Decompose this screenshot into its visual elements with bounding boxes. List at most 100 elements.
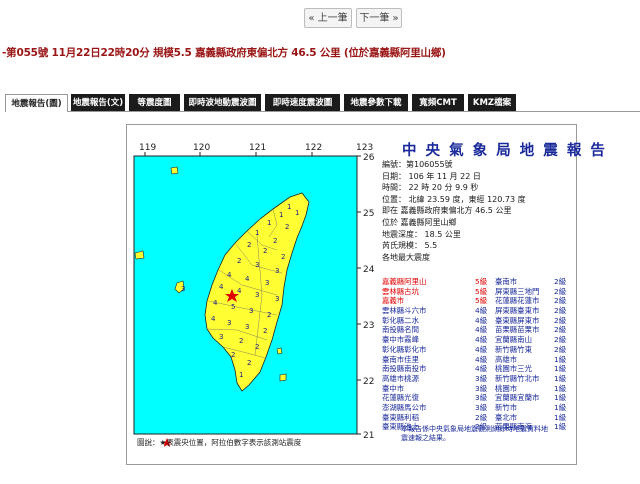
- intensity-n1-cell: 南投縣名間: [382, 325, 419, 335]
- intensity-n1-cell: 臺中市霧峰: [382, 335, 419, 345]
- intensity-n1-cell: 彰化縣二水: [382, 315, 419, 325]
- intensity-n1-cell: 嘉義縣阿里山: [382, 277, 427, 286]
- tab-realtime-ground-motion[interactable]: 即時波地動震波圖: [184, 94, 261, 112]
- intensity-l2-cell: 2級: [554, 315, 567, 325]
- svg-text:3: 3: [249, 307, 253, 315]
- intensity-row: 臺中市霧峰 4級 宜蘭縣南山 2級: [382, 335, 582, 345]
- intensity-row: 澎湖縣馬公市 3級 新竹市 1級: [382, 403, 582, 413]
- intensity-l1-cell: 3級: [475, 393, 488, 403]
- tab-realtime-velocity[interactable]: 即時速度震波圖: [265, 94, 340, 112]
- svg-text:4: 4: [237, 287, 242, 295]
- intensity-l1-cell: 5級: [475, 286, 488, 296]
- intensity-l2-cell: 2級: [554, 306, 567, 316]
- intensity-row: 嘉義市 5級 花蓮縣花蓮市 2級: [382, 296, 582, 306]
- intensity-row: 花蓮縣光復 3級 宜蘭縣宜蘭市 1級: [382, 393, 582, 403]
- svg-text:2: 2: [281, 253, 285, 261]
- intensity-n1-cell: 南投縣南投市: [382, 364, 427, 374]
- svg-text:2: 2: [239, 337, 243, 345]
- lat-label-23: 23: [363, 321, 374, 331]
- intensity-n1-cell: 嘉義市: [382, 296, 405, 306]
- svg-text:4: 4: [245, 275, 250, 283]
- svg-text:4: 4: [219, 283, 224, 291]
- lon-label-123: 123: [356, 143, 373, 153]
- report-township: 位於 嘉義縣阿里山鄉: [382, 217, 457, 227]
- svg-text:1: 1: [295, 209, 299, 217]
- intensity-n2-cell: 桃園市: [495, 383, 518, 393]
- svg-text:2: 2: [247, 241, 251, 249]
- lat-label-25: 25: [363, 209, 374, 219]
- intensity-l2-cell: 2級: [554, 277, 567, 286]
- intensity-n2-cell: 屏東縣臺東市: [495, 306, 540, 316]
- intensity-l1-cell: 4級: [475, 315, 488, 325]
- event-headline: -第055號 11月22日22時20分 規模5.5 嘉義縣政府東偏北方 46.5…: [2, 47, 446, 59]
- report-number: 編號：第106055號: [382, 160, 453, 169]
- intensity-l2-cell: 1級: [554, 373, 567, 383]
- intensity-l1-cell: 4級: [475, 354, 488, 364]
- lat-label-26: 26: [363, 153, 375, 163]
- lon-label-122: 122: [305, 143, 322, 153]
- intensity-l1-cell: 4級: [475, 335, 488, 345]
- svg-text:1: 1: [287, 203, 291, 211]
- intensity-l2-cell: 1級: [554, 393, 567, 403]
- svg-text:1: 1: [239, 371, 243, 379]
- intensity-row: 臺中市 3級 桃園市 1級: [382, 384, 582, 394]
- svg-text:2: 2: [273, 237, 277, 245]
- intensity-n2-cell: 屏東縣三地門: [495, 286, 540, 296]
- report-magnitude: 芮氏規模： 5.5: [382, 241, 438, 251]
- intensity-n1-cell: 雲林縣斗六市: [382, 306, 427, 316]
- svg-text:3: 3: [255, 291, 259, 299]
- intensity-l2-cell: 1級: [554, 412, 567, 422]
- tab-parameter-download[interactable]: 地震參數下載: [344, 94, 408, 112]
- tab-report-text[interactable]: 地震報告(文): [71, 94, 125, 112]
- tab-report-image[interactable]: 地震報告(圖): [5, 94, 68, 112]
- intensity-l1-cell: 3級: [475, 402, 488, 412]
- tab-isoseismal-map[interactable]: 等震度圖: [129, 94, 180, 112]
- report-depth: 地震深度： 18.5 公里: [382, 229, 461, 239]
- lat-label-24: 24: [363, 265, 375, 275]
- intensity-n2-cell: 苗栗縣苗栗市: [495, 325, 540, 335]
- intensity-n2-cell: 臺南市: [495, 277, 518, 286]
- tab-divider: [67, 111, 640, 112]
- intensity-l2-cell: 1級: [554, 364, 567, 374]
- record-nav: « 上一筆 下一筆 »: [0, 8, 640, 30]
- intensity-l1-cell: 3級: [475, 373, 488, 383]
- intensity-row: 嘉義縣阿里山 5級 臺南市 2級: [382, 277, 582, 287]
- tab-kmz-file[interactable]: KMZ檔案: [468, 94, 516, 112]
- svg-text:4: 4: [211, 315, 216, 323]
- svg-text:3: 3: [275, 267, 279, 275]
- map-legend: 圖說：★表震央位置，阿拉伯數字表示該測站震度: [137, 438, 302, 447]
- svg-text:2: 2: [263, 327, 267, 335]
- intensity-row: 臺南市佳里 4級 高雄市 1級: [382, 355, 582, 365]
- intensity-n2-cell: 臺北市: [495, 412, 518, 422]
- intensity-l1-cell: 3級: [475, 383, 488, 393]
- next-record-button[interactable]: 下一筆 »: [356, 8, 402, 28]
- svg-text:3: 3: [275, 295, 279, 303]
- svg-text:2: 2: [267, 311, 271, 319]
- intensity-n2-cell: 花蓮縣花蓮市: [495, 296, 540, 306]
- intensity-l2-cell: 2級: [554, 344, 567, 354]
- intensity-row: 南投縣名間 4級 苗栗縣苗栗市 2級: [382, 325, 582, 335]
- report-intensity-heading: 各地最大震度: [382, 252, 430, 262]
- lon-label-121: 121: [249, 143, 266, 153]
- prev-record-button[interactable]: « 上一筆: [304, 8, 352, 28]
- svg-text:1: 1: [279, 211, 283, 219]
- tab-broadband-cmt[interactable]: 寬頻CMT: [412, 94, 464, 112]
- intensity-row: 雲林縣古坑 5級 屏東縣三地門 2級: [382, 287, 582, 297]
- report-date: 日期： 106 年 11 月 22 日: [382, 171, 481, 181]
- intensity-n2-cell: 宜蘭縣宜蘭市: [495, 393, 540, 403]
- intensity-n1-cell: 雲林縣古坑: [382, 286, 419, 296]
- svg-text:1: 1: [255, 229, 259, 237]
- intensity-n2-cell: 臺東縣屏東市: [495, 315, 540, 325]
- intensity-l1-cell: 4級: [475, 325, 488, 335]
- intensity-l1-cell: 4級: [475, 344, 488, 354]
- lat-label-21: 21: [363, 431, 374, 441]
- svg-text:4: 4: [213, 299, 218, 307]
- earthquake-report-image: 119 120 121 122 123 26 25 24 23 22 21 11…: [126, 124, 605, 465]
- intensity-l1-cell: 4級: [475, 306, 488, 316]
- intensity-l2-cell: 1級: [554, 422, 567, 432]
- svg-text:3: 3: [265, 279, 269, 287]
- intensity-row: 高雄市桃源 3級 新竹縣竹北市 1級: [382, 374, 582, 384]
- intensity-l1-cell: 2級: [475, 412, 488, 422]
- intensity-table: 嘉義縣阿里山 5級 臺南市 2級 雲林縣古坑 5級 屏東縣三地門 2級 嘉義市 5級 花蓮縣花蓮市 2…: [382, 277, 582, 432]
- intensity-l2-cell: 2級: [554, 325, 567, 335]
